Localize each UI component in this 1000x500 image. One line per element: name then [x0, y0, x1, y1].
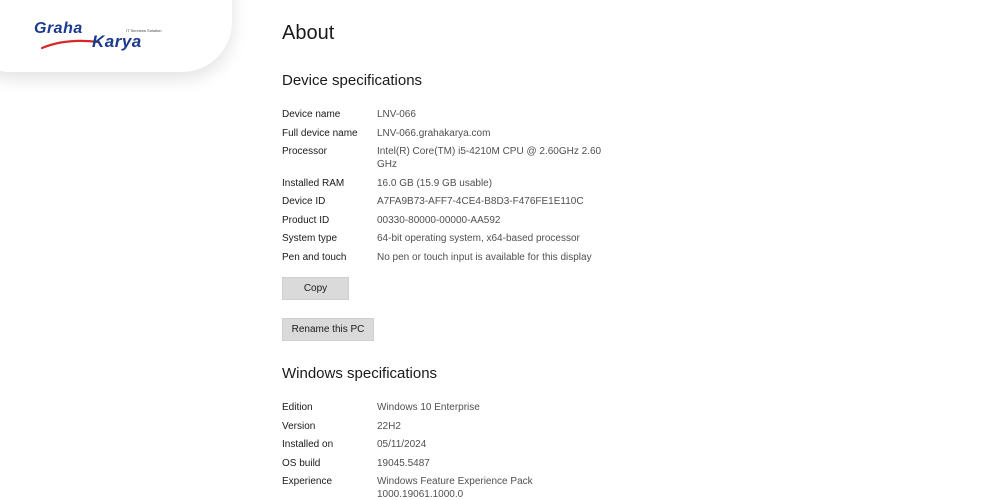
spec-label: Experience — [282, 476, 333, 487]
spec-value: 05/11/2024 — [377, 439, 427, 450]
spec-value: 00330-80000-00000-AA592 — [377, 214, 501, 226]
spec-row-device-name: Device name LNV-066 — [282, 108, 642, 121]
page-title: About — [282, 22, 335, 44]
spec-row-installed-on: Installed on 05/11/2024 — [282, 438, 642, 451]
spec-row-processor: Processor Intel(R) Core(TM) i5-4210M CPU… — [282, 145, 642, 171]
spec-value: 16.0 GB (15.9 GB usable) — [377, 177, 493, 189]
spec-label: Installed RAM — [282, 177, 345, 189]
spec-value: LNV-066 — [377, 109, 416, 120]
spec-label: Edition — [282, 402, 313, 413]
spec-value: Windows 10 Enterprise — [377, 402, 480, 413]
spec-label: Processor — [282, 146, 328, 157]
spec-row-edition: Edition Windows 10 Enterprise — [282, 401, 642, 414]
spec-value: A7FA9B73-AFF7-4CE4-B8D3-F476FE1E110C — [377, 196, 584, 207]
spec-row-device-id: Device ID A7FA9B73-AFF7-4CE4-B8D3-F476FE… — [282, 195, 642, 208]
windows-specs-title: Windows specifications — [282, 365, 438, 382]
spec-value: 19045.5487 — [377, 457, 430, 469]
device-specs-list: Device name LNV-066 Full device name LNV… — [282, 108, 642, 264]
brand-tagline: IT Services Solution — [126, 28, 162, 33]
brand-logo: Graha Karya IT Services Solution — [34, 18, 174, 54]
logo-card: Graha Karya IT Services Solution — [0, 0, 232, 72]
about-content: About Device specifications Device name … — [282, 22, 642, 500]
spec-row-installed-ram: Installed RAM 16.0 GB (15.9 GB usable) — [282, 177, 642, 190]
spec-label: Version — [282, 420, 316, 432]
rename-pc-button[interactable]: Rename this PC — [282, 318, 374, 341]
spec-row-system-type: System type 64-bit operating system, x64… — [282, 232, 642, 245]
spec-label: System type — [282, 233, 338, 244]
spec-value: 22H2 — [377, 420, 401, 432]
brand-name-part2: Karya — [92, 32, 142, 51]
spec-value: 64-bit operating system, x64-based proce… — [377, 233, 580, 244]
copy-button[interactable]: Copy — [282, 277, 349, 300]
spec-value: Windows Feature Experience Pack 1000.190… — [377, 476, 533, 500]
device-specs-title: Device specifications — [282, 72, 423, 89]
swoosh-icon — [40, 39, 100, 50]
spec-label: Device name — [282, 109, 341, 120]
spec-label: Full device name — [282, 127, 358, 139]
spec-label: Installed on — [282, 439, 334, 450]
spec-label: Device ID — [282, 196, 326, 207]
spec-value: Intel(R) Core(TM) i5-4210M CPU @ 2.60GHz… — [377, 146, 602, 170]
settings-about-page: Graha Karya IT Services Solution About D… — [0, 0, 1000, 500]
spec-label: Pen and touch — [282, 251, 347, 263]
spec-value: LNV-066.grahakarya.com — [377, 127, 491, 139]
spec-row-experience: Experience Windows Feature Experience Pa… — [282, 475, 642, 500]
spec-value: No pen or touch input is available for t… — [377, 251, 592, 263]
spec-row-full-device-name: Full device name LNV-066.grahakarya.com — [282, 127, 642, 140]
spec-label: Product ID — [282, 214, 330, 226]
spec-row-pen-and-touch: Pen and touch No pen or touch input is a… — [282, 251, 642, 264]
spec-label: OS build — [282, 457, 321, 469]
spec-row-os-build: OS build 19045.5487 — [282, 457, 642, 470]
spec-row-product-id: Product ID 00330-80000-00000-AA592 — [282, 214, 642, 227]
spec-row-version: Version 22H2 — [282, 420, 642, 433]
windows-specs-list: Edition Windows 10 Enterprise Version 22… — [282, 401, 642, 500]
